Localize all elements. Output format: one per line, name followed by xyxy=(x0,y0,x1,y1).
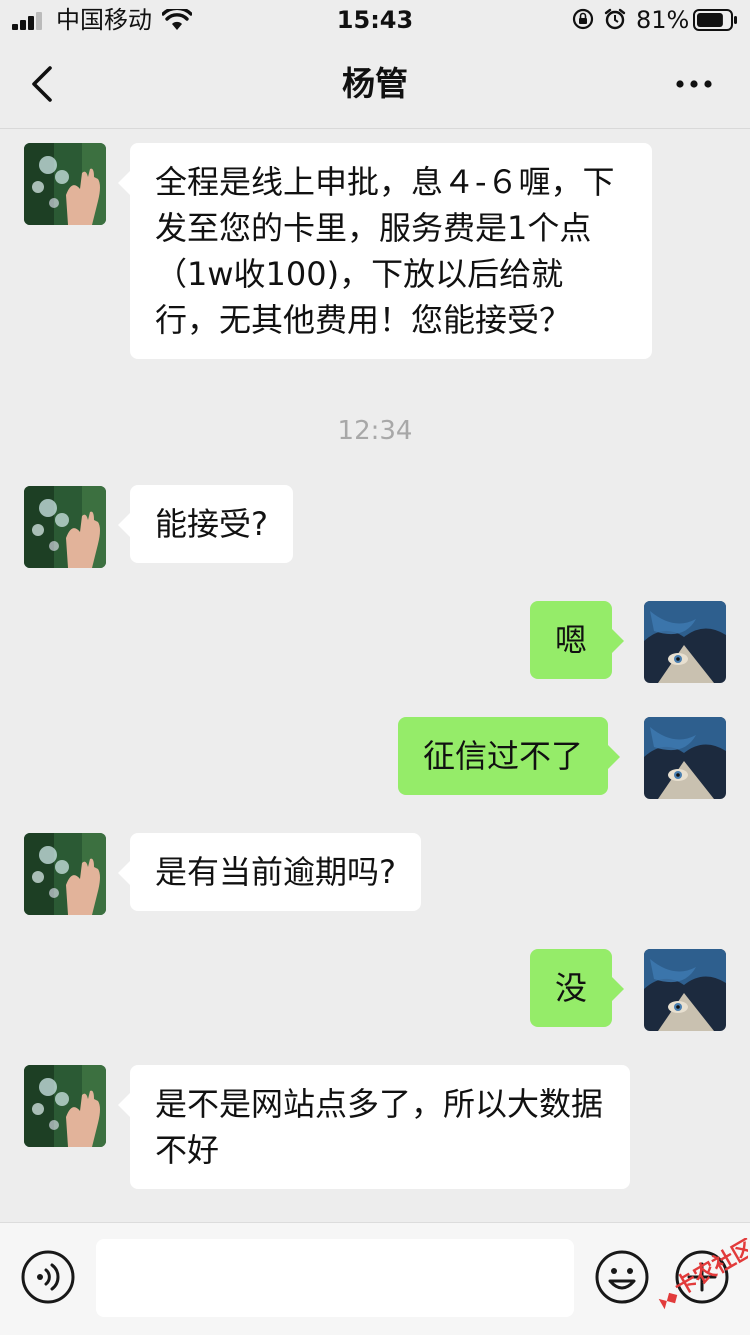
watermark-text: 卡农社区 xyxy=(670,1238,748,1301)
message-text: 是有当前逾期吗? xyxy=(155,853,396,891)
input-bar xyxy=(0,1222,750,1335)
battery-percent: 81% xyxy=(636,6,690,34)
contact-avatar[interactable] xyxy=(24,143,106,225)
watermark-logo: 卡农社区 xyxy=(658,1238,748,1310)
contact-avatar[interactable] xyxy=(24,833,106,915)
voice-icon xyxy=(21,1250,75,1304)
contact-avatar[interactable] xyxy=(24,1065,106,1147)
my-avatar[interactable] xyxy=(644,949,726,1031)
battery-icon xyxy=(693,9,737,31)
chat-title: 杨管 xyxy=(342,64,408,103)
nav-bar: 杨管 xyxy=(0,40,750,129)
incoming-message-bubble[interactable]: 全程是线上申批，息４-６喱，下发至您的卡里，服务费是1个点（1w收100)，下放… xyxy=(118,143,652,359)
message-text: 嗯 xyxy=(555,621,588,659)
chat-timestamp: 12:34 xyxy=(337,416,413,446)
contact-avatar[interactable] xyxy=(24,486,106,568)
outgoing-message-bubble[interactable]: 没 xyxy=(530,949,625,1027)
message-text: 能接受? xyxy=(155,505,268,543)
outgoing-message-bubble[interactable]: 征信过不了 xyxy=(398,717,621,795)
incoming-message-bubble[interactable]: 是不是网站点多了，所以大数据不好 xyxy=(118,1065,630,1189)
message-input[interactable] xyxy=(96,1239,574,1317)
my-avatar[interactable] xyxy=(644,601,726,683)
message-text: 没 xyxy=(555,969,588,1007)
my-avatar[interactable] xyxy=(644,717,726,799)
more-dots-icon xyxy=(676,80,712,88)
alarm-icon xyxy=(604,8,626,30)
incoming-message-bubble[interactable]: 是有当前逾期吗? xyxy=(118,833,421,911)
message-text: 是不是网站点多了，所以大数据不好 xyxy=(155,1085,604,1169)
message-text: 全程是线上申批，息４-６喱，下发至您的卡里，服务费是1个点（1w收100)，下放… xyxy=(155,163,615,339)
status-bar: 中国移动 15:43 81% xyxy=(0,0,750,40)
message-text: 征信过不了 xyxy=(423,737,584,775)
emoji-button[interactable] xyxy=(594,1249,650,1305)
incoming-message-bubble[interactable]: 能接受? xyxy=(118,485,293,563)
voice-button[interactable] xyxy=(20,1249,76,1305)
outgoing-message-bubble[interactable]: 嗯 xyxy=(530,601,625,679)
rotation-lock-icon xyxy=(572,8,594,30)
emoji-icon xyxy=(595,1250,649,1304)
more-button[interactable] xyxy=(670,64,718,104)
